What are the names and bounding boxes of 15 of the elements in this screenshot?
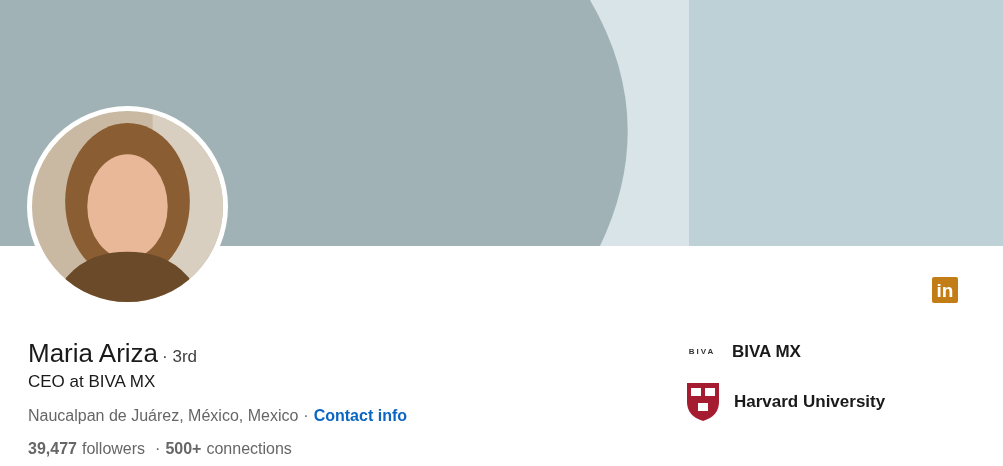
headline: CEO at BIVA MX xyxy=(28,371,157,393)
separator: · xyxy=(155,438,161,459)
location: Naucalpan de Juárez, México, Mexico xyxy=(28,405,299,426)
contact-info-link[interactable]: Contact info xyxy=(313,403,407,428)
followers-label: followers xyxy=(81,438,146,459)
connections-count: 500+ xyxy=(165,438,202,459)
shield-icon xyxy=(686,382,720,422)
followers-count: 39,477 xyxy=(28,438,77,459)
organization-name[interactable]: Harvard University xyxy=(734,389,886,415)
separator: · xyxy=(303,405,309,426)
company-logo: BIVA xyxy=(687,346,717,358)
connection-degree: · 3rd xyxy=(162,346,197,368)
organization-name[interactable]: BIVA MX xyxy=(732,339,801,365)
connections-label: connections xyxy=(206,438,292,459)
profile-name: Maria Ariza xyxy=(28,337,159,370)
